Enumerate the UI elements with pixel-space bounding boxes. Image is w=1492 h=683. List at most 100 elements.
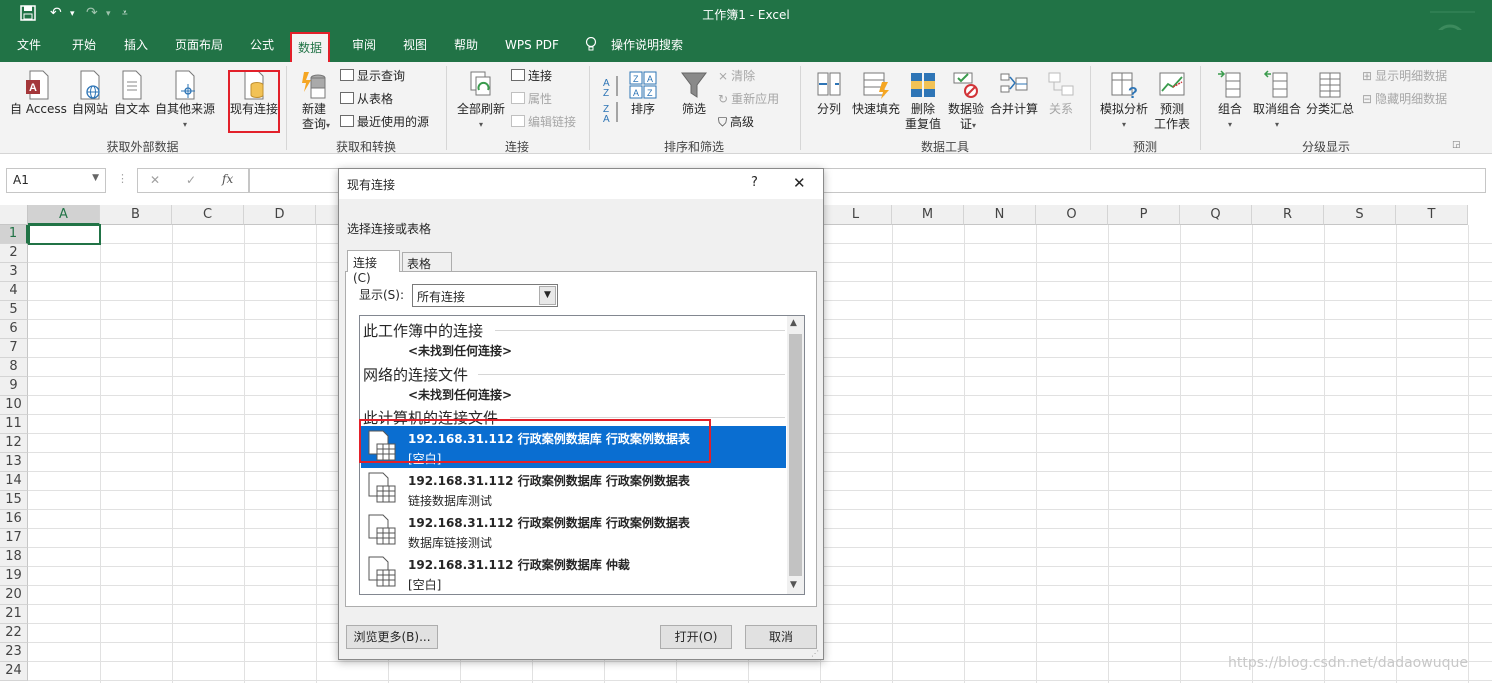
data-validation-button[interactable]: 数据验 证 ▾ bbox=[946, 70, 986, 132]
dialog-launcher-icon[interactable]: ◲ bbox=[1452, 140, 1461, 150]
tab-home[interactable]: 开始 bbox=[72, 37, 96, 57]
row-header[interactable]: 14 bbox=[0, 472, 28, 491]
column-header[interactable]: L bbox=[820, 205, 892, 225]
active-cell[interactable] bbox=[28, 224, 101, 245]
column-header[interactable]: O bbox=[1036, 205, 1108, 225]
sort-button[interactable]: ZAAZ 排序 bbox=[627, 70, 659, 117]
connections-button[interactable]: 连接 bbox=[511, 68, 552, 84]
list-scrollbar[interactable]: ▲ ▼ bbox=[787, 316, 804, 594]
from-access-button[interactable]: A 自 Access bbox=[10, 70, 67, 117]
tab-data[interactable]: 数据 bbox=[290, 32, 331, 62]
column-header[interactable]: T bbox=[1396, 205, 1468, 225]
row-header[interactable]: 3 bbox=[0, 263, 28, 282]
from-other-sources-button[interactable]: 自其他来源 ▾ bbox=[153, 70, 217, 132]
row-header[interactable]: 23 bbox=[0, 643, 28, 662]
from-table-button[interactable]: 从表格 bbox=[340, 91, 393, 107]
row-header[interactable]: 6 bbox=[0, 320, 28, 339]
what-if-analysis-button[interactable]: ? 模拟分析 ▾ bbox=[1098, 70, 1150, 132]
show-queries-button[interactable]: 显示查询 bbox=[340, 68, 405, 84]
chevron-down-icon: ▼ bbox=[539, 286, 556, 305]
resize-grip-icon[interactable]: ⋰ bbox=[811, 649, 819, 658]
row-header[interactable]: 22 bbox=[0, 624, 28, 643]
row-header[interactable]: 4 bbox=[0, 282, 28, 301]
open-button[interactable]: 打开(O) bbox=[660, 625, 732, 649]
select-all-corner[interactable] bbox=[0, 205, 28, 225]
advanced-button[interactable]: ⛉ 高级 bbox=[718, 114, 754, 130]
tab-formulas[interactable]: 公式 bbox=[250, 37, 274, 57]
browse-more-button[interactable]: 浏览更多(B)... bbox=[346, 625, 438, 649]
refresh-all-button[interactable]: 全部刷新 ▾ bbox=[454, 70, 508, 132]
row-header[interactable]: 17 bbox=[0, 529, 28, 548]
row-header[interactable]: 24 bbox=[0, 662, 28, 681]
tab-help[interactable]: 帮助 bbox=[454, 37, 478, 57]
from-text-button[interactable]: 自文本 bbox=[112, 70, 152, 117]
tab-page-layout[interactable]: 页面布局 bbox=[175, 37, 223, 57]
row-header[interactable]: 19 bbox=[0, 567, 28, 586]
tell-me-search[interactable]: 操作说明搜索 bbox=[611, 37, 683, 57]
ungroup-button[interactable]: 取消组合 ▾ bbox=[1252, 70, 1302, 132]
flash-fill-button[interactable]: 快速填充 bbox=[850, 70, 902, 117]
svg-text:?: ? bbox=[1128, 85, 1138, 100]
column-header[interactable]: S bbox=[1324, 205, 1396, 225]
column-header[interactable]: B bbox=[100, 205, 172, 225]
subtotal-button[interactable]: 分类汇总 bbox=[1304, 70, 1356, 117]
sort-az-icon[interactable]: AZZA bbox=[600, 70, 624, 128]
list-item[interactable]: 192.168.31.112 行政案例数据库 仲裁 [空白] bbox=[361, 552, 786, 594]
help-button[interactable]: ? bbox=[751, 175, 758, 190]
row-header[interactable]: 1 bbox=[0, 225, 28, 244]
new-query-button[interactable]: 新建 查询 ▾ bbox=[294, 70, 334, 132]
row-header[interactable]: 8 bbox=[0, 358, 28, 377]
tab-connections[interactable]: 连接(C) bbox=[347, 250, 400, 285]
column-header[interactable]: Q bbox=[1180, 205, 1252, 225]
recent-sources-button[interactable]: 最近使用的源 bbox=[340, 114, 429, 130]
row-header[interactable]: 5 bbox=[0, 301, 28, 320]
name-box[interactable]: A1 ▼ bbox=[6, 168, 106, 193]
remove-duplicates-button[interactable]: 删除 重复值 bbox=[904, 70, 942, 132]
tab-tables[interactable]: 表格(T) bbox=[402, 252, 452, 286]
tab-view[interactable]: 视图 bbox=[403, 37, 427, 57]
row-header[interactable]: 12 bbox=[0, 434, 28, 453]
section-network: 网络的连接文件 bbox=[363, 366, 469, 384]
column-header[interactable]: D bbox=[244, 205, 316, 225]
row-header[interactable]: 21 bbox=[0, 605, 28, 624]
list-item[interactable]: 192.168.31.112 行政案例数据库 行政案例数据表 链接数据库测试 bbox=[361, 468, 786, 510]
filter-icon bbox=[681, 72, 707, 98]
forecast-sheet-button[interactable]: 预测 工作表 bbox=[1152, 70, 1192, 132]
consolidate-button[interactable]: 合并计算 bbox=[988, 70, 1040, 117]
column-header[interactable]: C bbox=[172, 205, 244, 225]
filter-button[interactable]: 筛选 bbox=[678, 70, 710, 117]
scroll-up-icon[interactable]: ▲ bbox=[790, 318, 797, 328]
column-header[interactable]: P bbox=[1108, 205, 1180, 225]
row-header[interactable]: 7 bbox=[0, 339, 28, 358]
confirm-edit-icon[interactable]: ✓ bbox=[186, 173, 196, 187]
tab-wps-pdf[interactable]: WPS PDF bbox=[505, 37, 559, 57]
scroll-down-icon[interactable]: ▼ bbox=[790, 580, 797, 590]
cancel-edit-icon[interactable]: ✕ bbox=[150, 173, 160, 187]
group-button[interactable]: 组合 ▾ bbox=[1212, 70, 1248, 132]
column-header[interactable]: A bbox=[28, 205, 100, 225]
text-to-columns-button[interactable]: 分列 bbox=[812, 70, 846, 117]
row-header[interactable]: 13 bbox=[0, 453, 28, 472]
row-header[interactable]: 10 bbox=[0, 396, 28, 415]
row-header[interactable]: 16 bbox=[0, 510, 28, 529]
from-web-button[interactable]: 自网站 bbox=[70, 70, 110, 117]
close-button[interactable]: ✕ bbox=[793, 174, 806, 192]
subtotal-icon bbox=[1319, 72, 1341, 98]
scroll-thumb[interactable] bbox=[789, 334, 802, 576]
row-header[interactable]: 15 bbox=[0, 491, 28, 510]
insert-function-icon[interactable]: fx bbox=[222, 172, 233, 186]
tab-review[interactable]: 审阅 bbox=[352, 37, 376, 57]
column-header[interactable]: R bbox=[1252, 205, 1324, 225]
row-header[interactable]: 11 bbox=[0, 415, 28, 434]
tab-insert[interactable]: 插入 bbox=[124, 37, 148, 57]
row-header[interactable]: 9 bbox=[0, 377, 28, 396]
column-header[interactable]: M bbox=[892, 205, 964, 225]
show-select[interactable]: 所有连接 ▼ bbox=[412, 284, 558, 307]
column-header[interactable]: N bbox=[964, 205, 1036, 225]
row-header[interactable]: 18 bbox=[0, 548, 28, 567]
row-header[interactable]: 20 bbox=[0, 586, 28, 605]
cancel-button[interactable]: 取消 bbox=[745, 625, 817, 649]
row-header[interactable]: 2 bbox=[0, 244, 28, 263]
tab-file[interactable]: 文件 bbox=[17, 37, 41, 57]
list-item[interactable]: 192.168.31.112 行政案例数据库 行政案例数据表 数据库链接测试 bbox=[361, 510, 786, 552]
